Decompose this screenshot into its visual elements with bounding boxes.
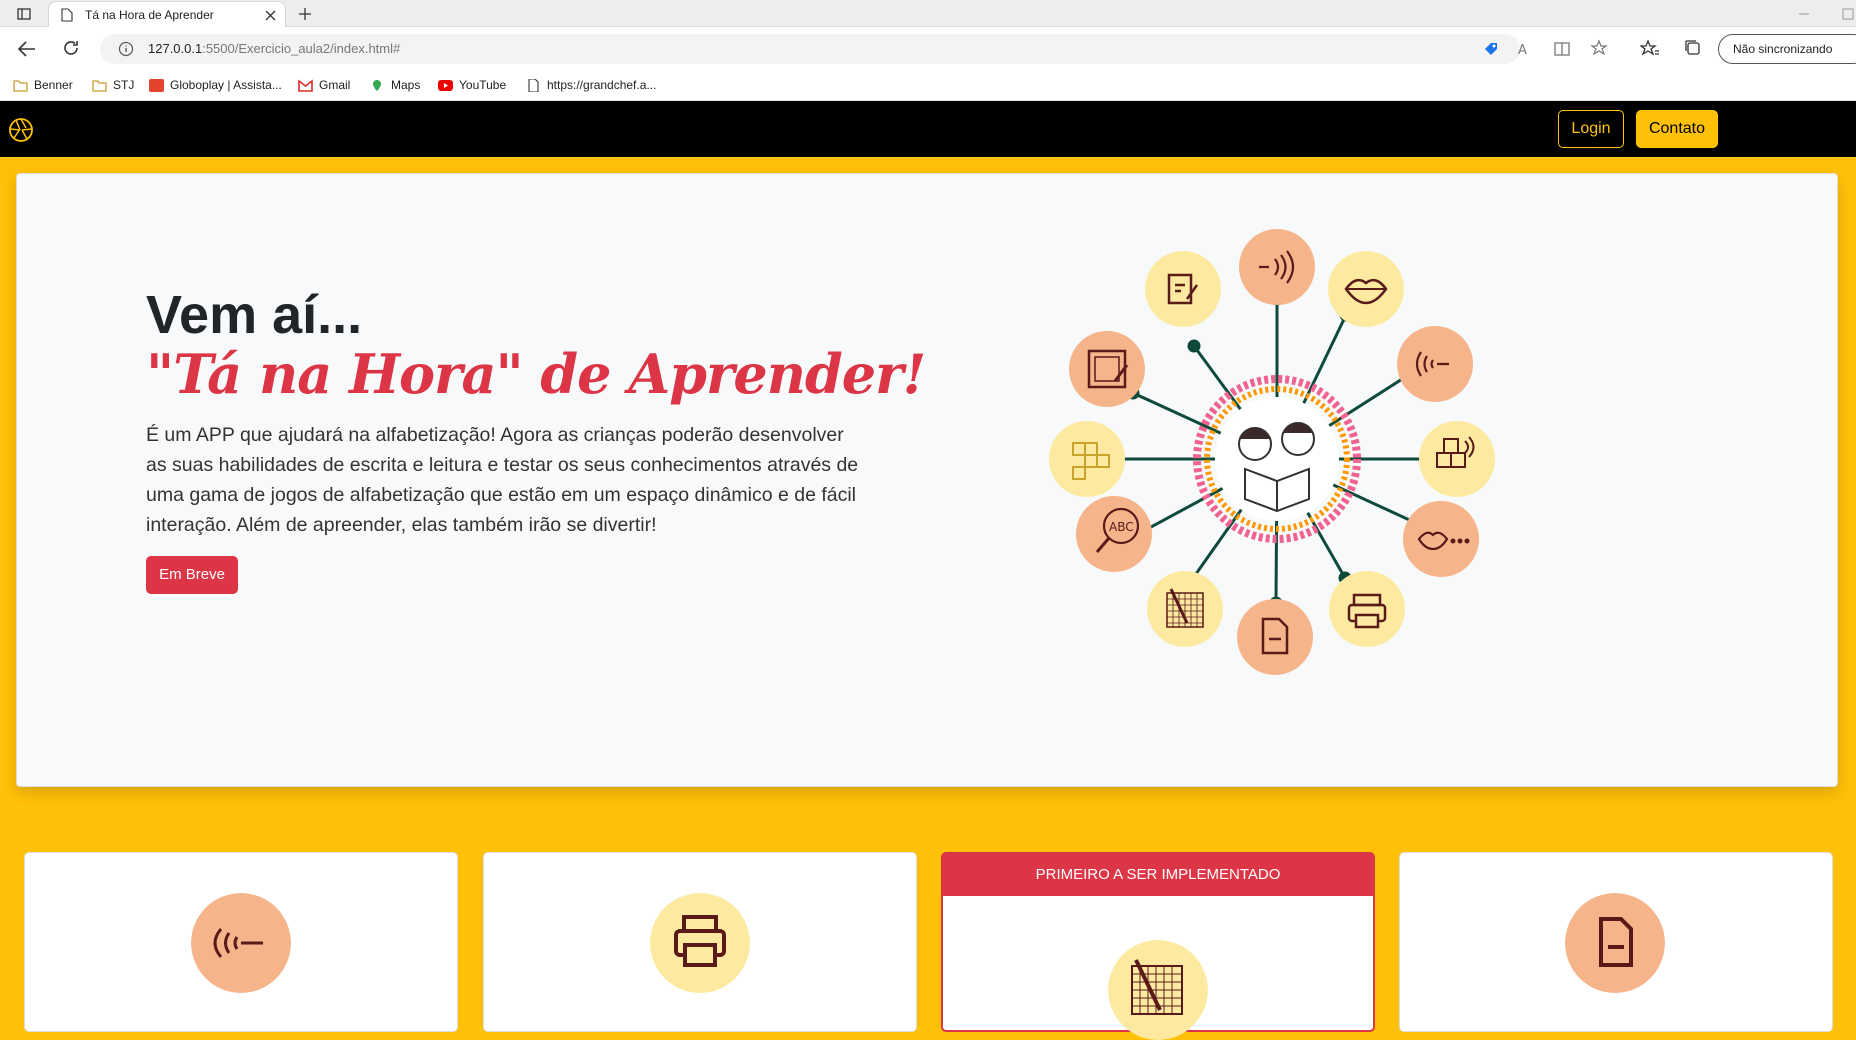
- bookmark-label: YouTube: [459, 78, 507, 92]
- hero-paragraph: É um APP que ajudará na alfabetização! A…: [146, 424, 859, 536]
- sync-button[interactable]: Não sincronizando: [1718, 34, 1856, 64]
- contato-button[interactable]: Contato: [1636, 110, 1718, 148]
- bookmark-label: https://grandchef.a...: [547, 78, 657, 92]
- hearing-icon: [191, 893, 291, 993]
- bookmark-label: Benner: [34, 78, 73, 92]
- bookmark-maps[interactable]: Maps: [370, 78, 420, 92]
- hero-subtitle: "Tá na Hora" de Aprender!: [146, 342, 926, 406]
- document-icon: [1237, 599, 1313, 675]
- lips-icon: [1328, 251, 1404, 327]
- collections-icon[interactable]: [1684, 39, 1702, 57]
- read-aloud-icon[interactable]: A: [1518, 41, 1536, 57]
- abc-blocks-icon: [1419, 421, 1495, 497]
- tab-actions-icon[interactable]: [16, 6, 32, 22]
- hero-title: Vem aí...: [146, 285, 363, 345]
- bookmark-youtube[interactable]: YouTube: [438, 78, 506, 92]
- login-button[interactable]: Login: [1558, 110, 1624, 148]
- bookmark-grandchef[interactable]: https://grandchef.a...: [526, 78, 656, 92]
- svg-text:A: A: [1518, 43, 1527, 57]
- browser-tab[interactable]: Tá na Hora de Aprender: [48, 1, 286, 28]
- globoplay-icon: [149, 78, 164, 92]
- feature-card-hearing: [24, 852, 458, 1032]
- printer-icon: [1329, 571, 1405, 647]
- youtube-icon: [438, 79, 453, 91]
- url-text: 127.0.0.1:5500/Exercicio_aula2/index.htm…: [148, 41, 400, 56]
- close-tab-icon[interactable]: [265, 10, 276, 21]
- writing-pad-icon: [1145, 251, 1221, 327]
- crossword-pencil-icon: [1147, 571, 1223, 647]
- card-header: PRIMEIRO A SER IMPLEMENTADO: [943, 854, 1373, 896]
- site-navbar: Login Contato: [0, 101, 1856, 157]
- site-info-icon[interactable]: [118, 41, 134, 57]
- back-icon[interactable]: [17, 40, 37, 58]
- reload-icon[interactable]: [62, 39, 80, 57]
- board-drawing-icon: [1069, 331, 1145, 407]
- bookmark-label: Gmail: [319, 78, 351, 92]
- minimize-icon[interactable]: [1796, 6, 1812, 22]
- page-icon: [528, 78, 539, 92]
- bookmark-label: STJ: [113, 78, 135, 92]
- folder-icon: [13, 79, 28, 92]
- bookmark-label: Maps: [391, 78, 421, 92]
- tab-title: Tá na Hora de Aprender: [85, 8, 214, 22]
- feature-card-crossword: PRIMEIRO A SER IMPLEMENTADO: [941, 852, 1375, 1040]
- page-icon: [61, 8, 73, 22]
- gmail-icon: [298, 78, 313, 92]
- favorites-icon[interactable]: [1640, 39, 1660, 57]
- activities-wheel-illustration: ABC: [1049, 229, 1495, 675]
- maps-icon: [373, 79, 381, 91]
- restore-icon[interactable]: [1840, 6, 1856, 22]
- url-host: 127.0.0.1: [148, 41, 203, 56]
- feature-card-document: [1399, 852, 1833, 1032]
- crossword-pencil-icon: [1108, 940, 1208, 1040]
- url-path: :5500/Exercicio_aula2/index.html#: [202, 41, 401, 56]
- document-icon: [1565, 893, 1665, 993]
- aperture-logo-icon[interactable]: [8, 117, 34, 143]
- hero-section: Vem aí... "Tá na Hora" de Aprender! É um…: [16, 173, 1838, 787]
- bookmark-label: Globoplay | Assista...: [170, 78, 282, 92]
- abc-magnifier-icon: ABC: [1076, 496, 1152, 572]
- printer-icon: [650, 893, 750, 993]
- reader-view-icon[interactable]: [1553, 40, 1571, 58]
- add-favorite-icon[interactable]: [1590, 39, 1608, 57]
- sound-waves-icon: [1239, 229, 1315, 305]
- bookmark-gmail[interactable]: Gmail: [298, 78, 350, 92]
- feature-card-printer: [483, 852, 917, 1032]
- crossword-icon: [1049, 421, 1125, 497]
- em-breve-button[interactable]: Em Breve: [146, 556, 238, 594]
- tag-icon[interactable]: [1483, 41, 1499, 57]
- folder-icon: [92, 79, 107, 92]
- svg-text:ABC: ABC: [1109, 520, 1134, 534]
- browser-toolbar: 127.0.0.1:5500/Exercicio_aula2/index.htm…: [0, 27, 1856, 71]
- lips-speaking-icon: [1403, 501, 1479, 577]
- browser-titlebar: Tá na Hora de Aprender: [0, 0, 1856, 28]
- bookmark-globoplay[interactable]: Globoplay | Assista...: [149, 78, 282, 92]
- bookmark-stj[interactable]: STJ: [92, 78, 134, 92]
- hearing-icon: [1397, 326, 1473, 402]
- new-tab-icon[interactable]: [297, 6, 313, 22]
- address-bar[interactable]: 127.0.0.1:5500/Exercicio_aula2/index.htm…: [100, 34, 1520, 64]
- bookmarks-bar: Benner STJ Globoplay | Assista... Gmail …: [0, 71, 1856, 101]
- bookmark-benner[interactable]: Benner: [13, 78, 73, 92]
